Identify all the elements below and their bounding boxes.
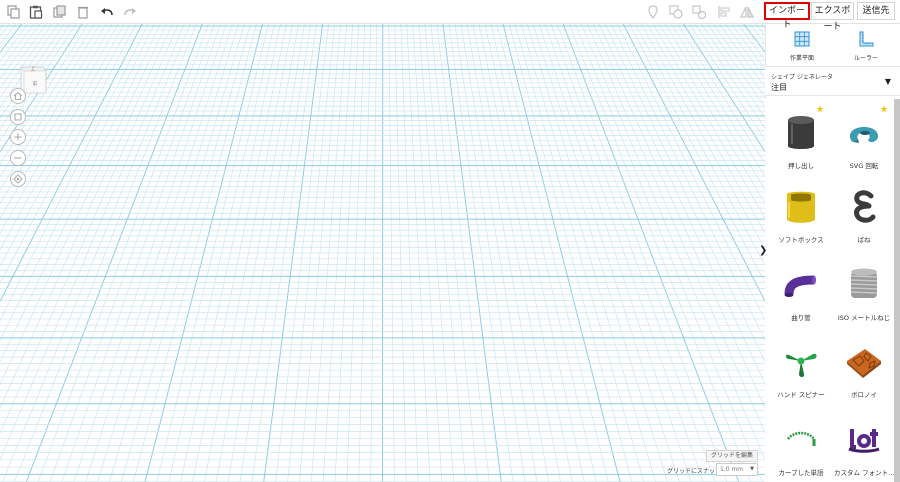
zoom-out-button[interactable] bbox=[10, 150, 26, 166]
undo-icon[interactable] bbox=[99, 4, 115, 20]
snap-grid-value: 1.0 mm bbox=[720, 466, 744, 473]
tinkercad-editor: インポート エクスポート 送信先 上 前 グリッドを編集 グリッドにスナップ 1… bbox=[0, 0, 900, 482]
fit-view-button[interactable] bbox=[10, 109, 26, 125]
shape-label: 押し出し bbox=[788, 162, 814, 170]
shape-label: 曲り管 bbox=[791, 314, 811, 322]
hand-spinner-shape-icon bbox=[786, 353, 817, 377]
collapse-panel-button[interactable]: ❯ bbox=[759, 244, 767, 258]
duplicate-icon[interactable] bbox=[52, 4, 68, 20]
workplane[interactable]: 上 前 bbox=[0, 24, 765, 482]
perspective-icon bbox=[13, 174, 23, 184]
shape-iso-metric-thread[interactable]: ISO メートルねじ bbox=[834, 264, 894, 334]
workplane-tool-label: 作業平面 bbox=[789, 55, 814, 62]
shape-library-scrollbar[interactable] bbox=[894, 99, 900, 482]
edit-grid-button[interactable]: グリッドを編集 bbox=[706, 450, 758, 462]
view-cube-front-label: 前 bbox=[33, 80, 38, 87]
export-button[interactable]: エクスポート bbox=[811, 2, 854, 32]
group-icon[interactable] bbox=[668, 4, 684, 20]
voronoi-shape-icon bbox=[847, 349, 881, 378]
soft-box-shape-icon bbox=[787, 191, 815, 223]
align-icon[interactable] bbox=[716, 4, 732, 20]
ungroup-icon[interactable] bbox=[691, 4, 707, 20]
redo-icon[interactable] bbox=[122, 4, 138, 20]
delete-icon[interactable] bbox=[75, 4, 91, 20]
shape-soft-box[interactable]: ソフトボックス bbox=[771, 186, 831, 256]
shape-voronoi[interactable]: ボロノイ bbox=[834, 341, 894, 411]
shape-label: カスタム フォント… bbox=[834, 469, 895, 477]
paste-icon[interactable] bbox=[28, 4, 44, 20]
shape-custom-font[interactable]: カスタム フォント… bbox=[834, 419, 895, 482]
zoom-in-icon bbox=[14, 133, 22, 141]
chevron-down-icon: ▼ bbox=[750, 466, 754, 472]
shape-library: 押し出し ★ SVG 回転 ★ ソフトボックス ばね 曲り管 ISO メートルね… bbox=[765, 99, 900, 482]
snap-grid-label: グリッドにスナップ bbox=[667, 468, 722, 475]
toolbar: インポート エクスポート 送信先 bbox=[0, 0, 900, 32]
perspective-button[interactable] bbox=[10, 171, 26, 187]
shape-label: ばね bbox=[857, 236, 871, 244]
shape-label: ソフトボックス bbox=[778, 236, 824, 244]
import-button[interactable]: インポート bbox=[764, 2, 810, 30]
workplane-grid bbox=[0, 24, 765, 482]
star-icon: ★ bbox=[816, 105, 825, 115]
extrusion-shape-icon bbox=[788, 116, 814, 149]
copy-icon[interactable] bbox=[6, 4, 22, 20]
ruler-tool-label: ルーラー bbox=[853, 55, 878, 62]
star-icon: ★ bbox=[880, 105, 889, 115]
scrollbar-thumb[interactable] bbox=[894, 99, 900, 482]
shape-bent-pipe[interactable]: 曲り管 bbox=[771, 264, 831, 334]
shape-label: ハンド スピナー bbox=[777, 391, 825, 399]
shape-generator-dropdown[interactable]: シェイプ ジェネレータ 注目 ▼ bbox=[765, 66, 900, 96]
ruler-tool[interactable]: ルーラー bbox=[846, 30, 886, 62]
shape-generator-selected: 注目 bbox=[771, 83, 787, 92]
shape-extrusion[interactable]: 押し出し bbox=[771, 112, 831, 182]
shape-label: SVG 回転 bbox=[849, 162, 879, 170]
zoom-in-button[interactable] bbox=[10, 129, 26, 145]
shape-svg-revolve[interactable]: SVG 回転 bbox=[834, 112, 894, 182]
shape-label: ボロノイ bbox=[851, 391, 877, 399]
home-icon bbox=[13, 91, 23, 100]
curved-word-shape-icon bbox=[787, 431, 816, 446]
fit-icon bbox=[14, 113, 22, 121]
shape-generator-title: シェイプ ジェネレータ bbox=[771, 74, 833, 81]
shape-curved-word[interactable]: カーブした単語 bbox=[771, 419, 831, 482]
workplane-icon bbox=[794, 31, 810, 47]
bent-pipe-shape-icon bbox=[784, 275, 816, 297]
note-icon[interactable] bbox=[645, 4, 661, 20]
mirror-icon[interactable] bbox=[739, 4, 755, 20]
send-to-button[interactable]: 送信先 bbox=[857, 2, 895, 20]
svg-revolve-shape-icon bbox=[850, 127, 878, 143]
shape-label: カーブした単語 bbox=[778, 469, 824, 477]
custom-font-shape-icon bbox=[848, 429, 880, 453]
spring-shape-icon bbox=[854, 190, 876, 223]
zoom-out-icon bbox=[14, 157, 22, 159]
shape-label: ISO メートルねじ bbox=[837, 314, 891, 322]
chevron-down-icon: ▼ bbox=[884, 77, 891, 86]
shape-hand-spinner[interactable]: ハンド スピナー bbox=[771, 341, 831, 411]
ruler-icon bbox=[859, 31, 874, 47]
iso-thread-shape-icon bbox=[850, 268, 878, 298]
workplane-tool[interactable]: 作業平面 bbox=[782, 30, 822, 62]
view-cube-top-label: 上 bbox=[31, 65, 36, 72]
snap-grid-select[interactable]: 1.0 mm ▼ bbox=[716, 463, 758, 476]
home-view-button[interactable] bbox=[10, 88, 26, 104]
shape-spring[interactable]: ばね bbox=[834, 186, 894, 256]
